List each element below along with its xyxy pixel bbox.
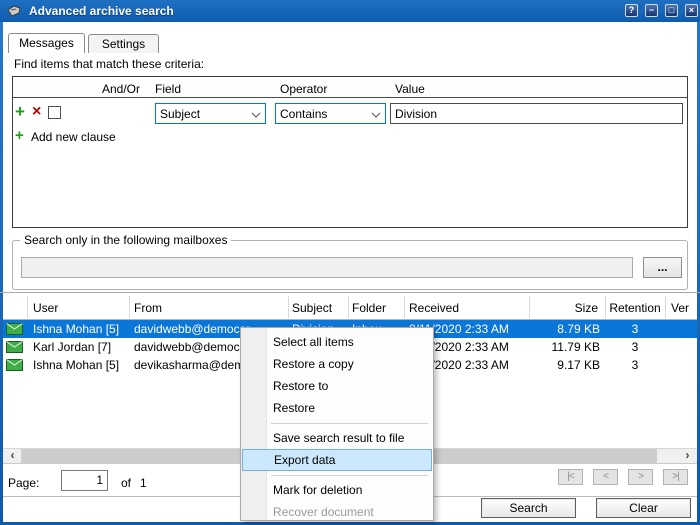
- mailboxes-group-label: Search only in the following mailboxes: [20, 233, 231, 247]
- criteria-header-andor: And/Or: [85, 82, 140, 96]
- col-header-user[interactable]: User: [33, 301, 58, 315]
- col-header-version[interactable]: Ver: [671, 301, 689, 315]
- col-header-folder[interactable]: Folder: [352, 301, 386, 315]
- col-header-subject[interactable]: Subject: [292, 301, 332, 315]
- cell-size: 11.79 KB: [529, 340, 600, 354]
- column-separator: [129, 296, 130, 318]
- menu-separator: [271, 423, 428, 424]
- menu-item-save-search-result[interactable]: Save search result to file: [242, 427, 432, 449]
- tab-messages[interactable]: Messages: [8, 33, 85, 53]
- col-header-received[interactable]: Received: [409, 301, 459, 315]
- page-label: Page:: [8, 476, 39, 490]
- scroll-left-icon[interactable]: ‹: [4, 449, 21, 463]
- tab-settings[interactable]: Settings: [88, 34, 159, 53]
- add-new-clause-link[interactable]: Add new clause: [31, 130, 116, 144]
- menu-item-restore-a-copy[interactable]: Restore a copy: [242, 353, 432, 375]
- cell-retention: 3: [607, 340, 663, 354]
- cell-user: Ishna Mohan [5]: [33, 358, 131, 372]
- cell-retention: 3: [607, 322, 663, 336]
- prev-page-button[interactable]: <: [593, 469, 618, 485]
- clause-checkbox[interactable]: [48, 106, 61, 119]
- envelope-icon: [6, 341, 23, 356]
- operator-dropdown-value: Contains: [280, 107, 327, 121]
- window-title: Advanced archive search: [29, 4, 174, 18]
- help-button[interactable]: ?: [625, 4, 638, 17]
- field-dropdown-value: Subject: [160, 107, 200, 121]
- col-header-from[interactable]: From: [134, 301, 162, 315]
- titlebar[interactable]: Advanced archive search ? − □ ×: [0, 0, 700, 22]
- operator-dropdown[interactable]: Contains: [275, 103, 386, 124]
- criteria-header-field: Field: [155, 82, 181, 96]
- cell-user: Ishna Mohan [5]: [33, 322, 131, 336]
- envelope-icon: [6, 323, 23, 338]
- clear-button[interactable]: Clear: [596, 498, 691, 518]
- column-separator: [665, 296, 666, 318]
- col-header-retention[interactable]: Retention: [607, 301, 663, 315]
- cell-size: 9.17 KB: [529, 358, 600, 372]
- mailboxes-field: [21, 257, 633, 278]
- page-number-input[interactable]: 1: [61, 470, 108, 491]
- last-page-button[interactable]: >|: [663, 469, 688, 485]
- envelope-icon: [6, 359, 23, 374]
- menu-item-restore-to[interactable]: Restore to: [242, 375, 432, 397]
- add-new-clause-icon[interactable]: +: [15, 129, 24, 143]
- column-separator: [348, 296, 349, 318]
- scroll-right-icon[interactable]: ›: [679, 449, 696, 463]
- menu-item-mark-for-deletion[interactable]: Mark for deletion: [242, 479, 432, 501]
- menu-item-recover-document: Recover document: [242, 501, 432, 523]
- cell-retention: 3: [607, 358, 663, 372]
- cell-user: Karl Jordan [7]: [33, 340, 131, 354]
- menu-item-select-all-items[interactable]: Select all items: [242, 331, 432, 353]
- advanced-archive-search-window: Advanced archive search ? − □ × Messages…: [0, 0, 700, 525]
- app-icon: [7, 4, 23, 19]
- chevron-down-icon: [251, 107, 261, 121]
- column-separator: [27, 296, 28, 318]
- next-page-button[interactable]: >: [628, 469, 653, 485]
- menu-separator: [271, 475, 428, 476]
- page-of-label: of: [121, 476, 131, 490]
- cell-size: 8.79 KB: [529, 322, 600, 336]
- remove-clause-icon[interactable]: ×: [32, 105, 41, 119]
- chevron-down-icon: [371, 107, 381, 121]
- close-button[interactable]: ×: [685, 4, 698, 17]
- col-header-size[interactable]: Size: [529, 301, 598, 315]
- table-top-border: [0, 292, 700, 293]
- minimize-button[interactable]: −: [645, 4, 658, 17]
- menu-item-restore[interactable]: Restore: [242, 397, 432, 419]
- criteria-label: Find items that match these criteria:: [14, 57, 204, 71]
- value-input[interactable]: Division: [390, 103, 683, 124]
- first-page-button[interactable]: |<: [558, 469, 583, 485]
- maximize-button[interactable]: □: [665, 4, 678, 17]
- window-controls: ? − □ ×: [625, 4, 698, 17]
- column-separator: [288, 296, 289, 318]
- browse-mailboxes-button[interactable]: ...: [643, 257, 682, 278]
- criteria-header-operator: Operator: [280, 82, 327, 96]
- criteria-box: [12, 76, 688, 228]
- column-separator: [404, 296, 405, 318]
- criteria-header-value: Value: [395, 82, 425, 96]
- field-dropdown[interactable]: Subject: [155, 103, 266, 124]
- value-input-text: Division: [395, 107, 437, 121]
- menu-item-export-data[interactable]: Export data: [242, 449, 432, 471]
- add-clause-icon[interactable]: +: [15, 105, 25, 119]
- column-separator: [605, 296, 606, 318]
- page-total: 1: [140, 476, 147, 490]
- search-button[interactable]: Search: [481, 498, 576, 518]
- context-menu: Select all items Restore a copy Restore …: [240, 327, 434, 521]
